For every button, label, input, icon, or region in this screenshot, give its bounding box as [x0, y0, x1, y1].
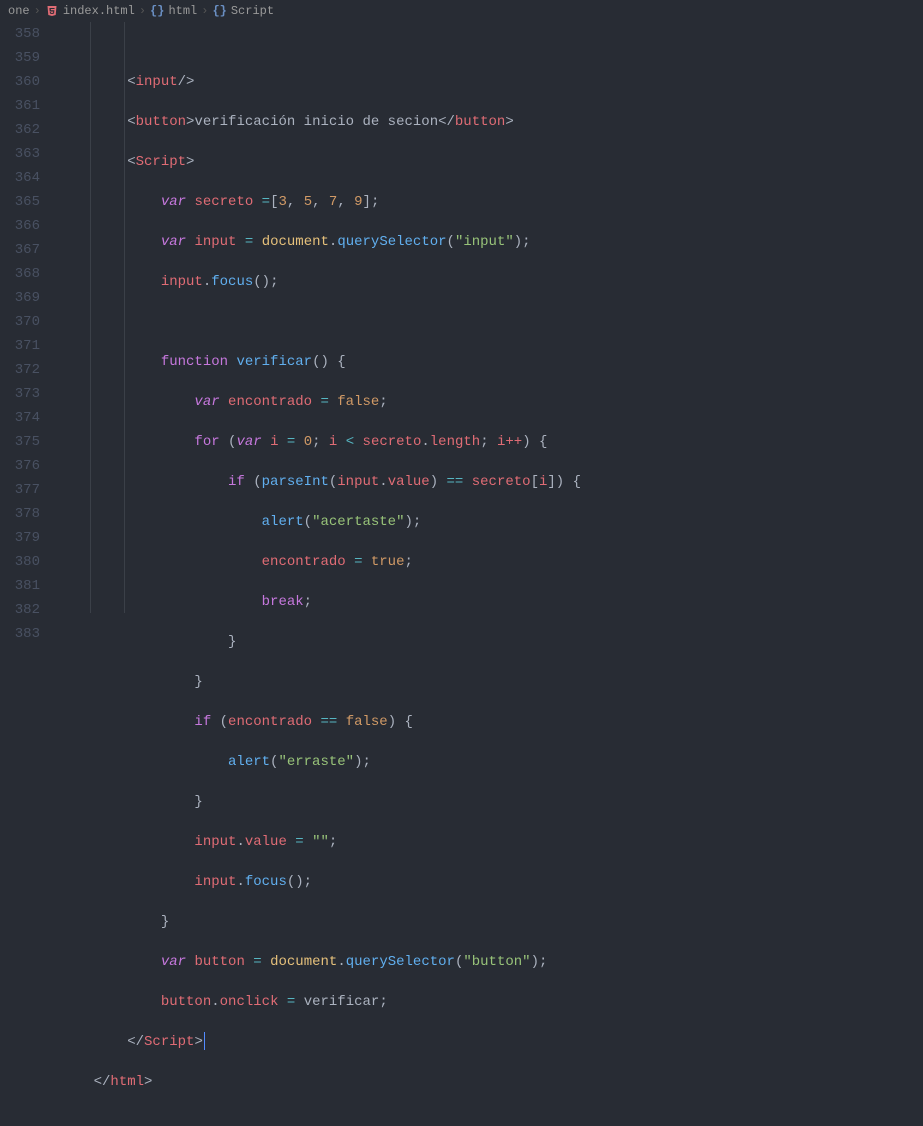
line-number: 367 — [0, 238, 40, 262]
code-line[interactable]: } — [60, 670, 923, 694]
line-number: 371 — [0, 334, 40, 358]
code-line[interactable]: break; — [60, 590, 923, 614]
code-line[interactable]: var secreto =[3, 5, 7, 9]; — [60, 190, 923, 214]
code-line[interactable]: alert("acertaste"); — [60, 510, 923, 534]
line-number: 381 — [0, 574, 40, 598]
code-line[interactable]: <Script> — [60, 150, 923, 174]
line-number: 363 — [0, 142, 40, 166]
line-number: 373 — [0, 382, 40, 406]
line-number: 370 — [0, 310, 40, 334]
code-line[interactable]: } — [60, 630, 923, 654]
code-line[interactable]: input.focus(); — [60, 270, 923, 294]
code-content[interactable]: <input/> <button>verificación inicio de … — [58, 22, 923, 613]
line-number: 369 — [0, 286, 40, 310]
line-number: 380 — [0, 550, 40, 574]
code-line[interactable]: for (var i = 0; i < secreto.length; i++)… — [60, 430, 923, 454]
brace-icon: {} — [150, 4, 164, 18]
line-number: 359 — [0, 46, 40, 70]
breadcrumb-separator: › — [139, 4, 146, 18]
code-line[interactable]: } — [60, 910, 923, 934]
html-file-icon — [45, 4, 59, 18]
code-line[interactable]: } — [60, 790, 923, 814]
code-line[interactable] — [60, 310, 923, 334]
breadcrumb-item[interactable]: one — [8, 4, 30, 18]
code-line[interactable]: alert("erraste"); — [60, 750, 923, 774]
line-number: 378 — [0, 502, 40, 526]
code-line[interactable]: var button = document.querySelector("but… — [60, 950, 923, 974]
line-number: 364 — [0, 166, 40, 190]
line-number: 374 — [0, 406, 40, 430]
line-number: 375 — [0, 430, 40, 454]
breadcrumb-item[interactable]: index.html — [63, 4, 135, 18]
line-number: 379 — [0, 526, 40, 550]
code-line[interactable]: input.value = ""; — [60, 830, 923, 854]
code-line[interactable]: var encontrado = false; — [60, 390, 923, 414]
code-line[interactable]: </html> — [60, 1070, 923, 1094]
line-number: 372 — [0, 358, 40, 382]
line-number: 365 — [0, 190, 40, 214]
line-number: 382 — [0, 598, 40, 622]
code-line[interactable]: button.onclick = verificar; — [60, 990, 923, 1014]
code-line[interactable]: </Script> — [60, 1030, 923, 1054]
line-number: 377 — [0, 478, 40, 502]
line-number: 361 — [0, 94, 40, 118]
line-number: 360 — [0, 70, 40, 94]
code-line[interactable]: <input/> — [60, 70, 923, 94]
breadcrumb-item[interactable]: html — [168, 4, 197, 18]
breadcrumb-separator: › — [34, 4, 41, 18]
line-number-gutter: 358 359 360 361 362 363 364 365 366 367 … — [0, 22, 58, 613]
breadcrumb-item[interactable]: Script — [231, 4, 274, 18]
line-number: 383 — [0, 622, 40, 646]
line-number: 358 — [0, 22, 40, 46]
code-line[interactable]: input.focus(); — [60, 870, 923, 894]
brace-icon: {} — [212, 4, 226, 18]
line-number: 368 — [0, 262, 40, 286]
code-line[interactable]: if (parseInt(input.value) == secreto[i])… — [60, 470, 923, 494]
code-line[interactable]: <button>verificación inicio de secion</b… — [60, 110, 923, 134]
line-number: 366 — [0, 214, 40, 238]
code-line[interactable]: function verificar() { — [60, 350, 923, 374]
text-cursor — [204, 1032, 205, 1050]
line-number: 376 — [0, 454, 40, 478]
code-line[interactable]: var input = document.querySelector("inpu… — [60, 230, 923, 254]
code-editor[interactable]: 358 359 360 361 362 363 364 365 366 367 … — [0, 22, 923, 613]
line-number: 362 — [0, 118, 40, 142]
breadcrumb-separator: › — [201, 4, 208, 18]
code-line[interactable]: if (encontrado == false) { — [60, 710, 923, 734]
code-line[interactable]: encontrado = true; — [60, 550, 923, 574]
breadcrumb[interactable]: one › index.html › {} html › {} Script — [0, 0, 923, 22]
